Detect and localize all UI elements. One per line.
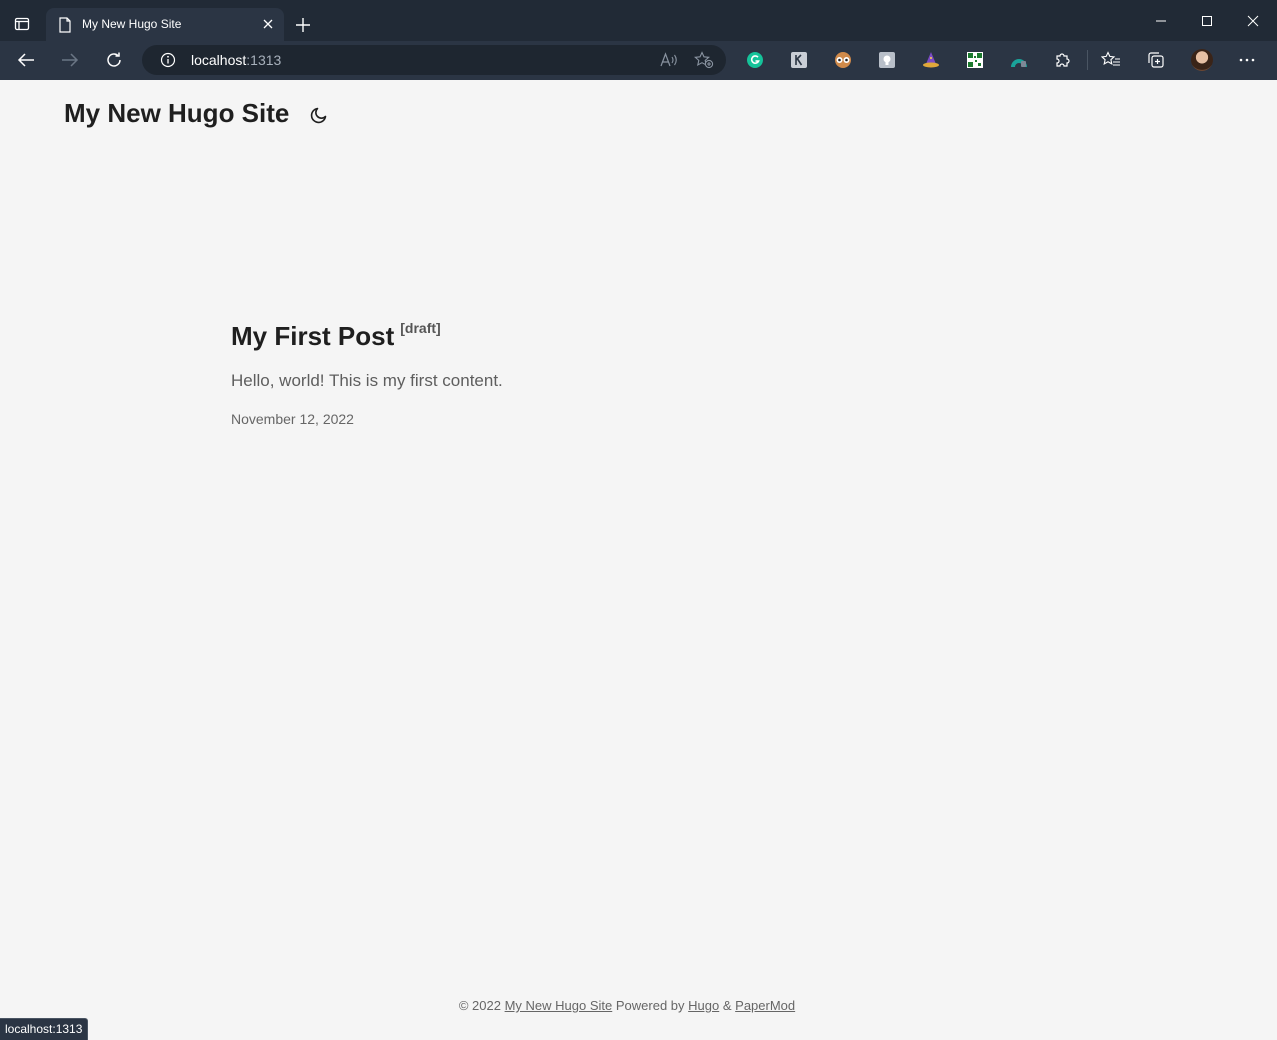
lightbulb-extension-icon[interactable] xyxy=(877,50,897,70)
hugo-link[interactable]: Hugo xyxy=(688,998,719,1013)
window-close-icon[interactable] xyxy=(1238,8,1268,34)
post-title-text: My First Post xyxy=(231,321,395,351)
forward-icon[interactable] xyxy=(57,48,83,72)
url-port: :1313 xyxy=(246,52,282,68)
eyes-extension-icon[interactable] xyxy=(833,50,853,70)
back-icon[interactable] xyxy=(13,48,39,72)
plus-icon[interactable] xyxy=(292,14,314,36)
site-link[interactable]: My New Hugo Site xyxy=(505,998,613,1013)
address-bar[interactable]: localhost:1313 xyxy=(142,45,726,75)
page-icon xyxy=(58,17,72,33)
grammarly-icon[interactable] xyxy=(745,50,765,70)
extension-k-icon[interactable] xyxy=(789,50,809,70)
tab-actions-icon[interactable] xyxy=(10,12,34,36)
favorites-icon[interactable] xyxy=(1101,50,1121,70)
avatar[interactable] xyxy=(1191,49,1213,71)
minimize-icon[interactable] xyxy=(1146,8,1176,34)
maximize-icon[interactable] xyxy=(1192,8,1222,34)
tab-title: My New Hugo Site xyxy=(82,17,182,31)
browser-chrome: My New Hugo Site localhost:1313 xyxy=(0,0,1277,80)
wizard-extension-icon[interactable] xyxy=(921,50,941,70)
copyright-text: © 2022 xyxy=(458,998,501,1013)
moon-icon[interactable] xyxy=(309,105,329,125)
draft-badge: [draft] xyxy=(400,320,441,336)
toolbar-separator xyxy=(1087,50,1088,70)
post-date: November 12, 2022 xyxy=(231,411,354,427)
status-bar-url: localhost:1313 xyxy=(0,1018,89,1040)
site-footer: © 2022 My New Hugo Site Powered by Hugo … xyxy=(0,998,1254,1013)
site-title[interactable]: My New Hugo Site xyxy=(64,98,289,129)
papermod-link[interactable]: PaperMod xyxy=(735,998,795,1013)
tab-strip: My New Hugo Site xyxy=(0,0,1277,41)
collections-icon[interactable] xyxy=(1146,50,1166,70)
info-icon[interactable] xyxy=(160,52,176,68)
tab-active[interactable]: My New Hugo Site xyxy=(46,8,284,41)
qr-extension-icon[interactable] xyxy=(965,50,985,70)
post-entry[interactable]: My First Post [draft] Hello, world! This … xyxy=(231,320,1031,427)
post-summary: Hello, world! This is my first content. xyxy=(231,371,503,390)
add-favorite-icon[interactable] xyxy=(694,51,714,69)
url-host: localhost xyxy=(191,52,247,68)
ampersand: & xyxy=(722,998,732,1013)
read-aloud-icon[interactable] xyxy=(660,52,678,68)
puzzle-icon[interactable] xyxy=(1053,50,1073,70)
powered-by-text: Powered by xyxy=(615,998,685,1013)
more-icon[interactable] xyxy=(1237,50,1257,70)
post-title[interactable]: My First Post [draft] xyxy=(231,320,1031,352)
close-icon[interactable] xyxy=(260,16,276,32)
refresh-icon[interactable] xyxy=(101,48,127,72)
arc-extension-icon[interactable] xyxy=(1009,50,1029,70)
url-text: localhost:1313 xyxy=(191,52,281,68)
